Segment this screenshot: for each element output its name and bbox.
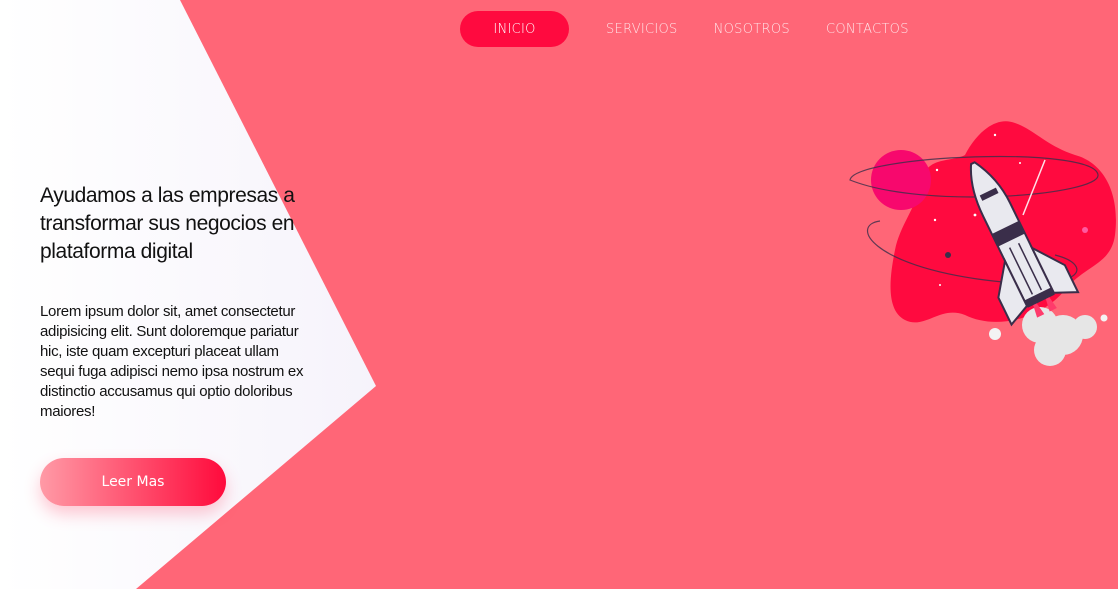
nav-item-nosotros[interactable]: NOSOTROS (714, 11, 790, 47)
nav-item-contactos[interactable]: CONTACTOS (826, 11, 909, 47)
main-nav: INICIO SERVICIOS NOSOTROS CONTACTOS (460, 11, 945, 47)
nav-item-inicio[interactable]: INICIO (460, 11, 569, 47)
hero-description: Lorem ipsum dolor sit, amet consectetur … (40, 303, 304, 420)
rocket-launch-icon (849, 121, 1116, 366)
read-more-button[interactable]: Leer Mas (40, 458, 226, 506)
nav-item-servicios[interactable]: SERVICIOS (606, 11, 678, 47)
landing-page: INICIO SERVICIOS NOSOTROS CONTACTOS Ayud… (0, 0, 1118, 589)
hero-title: Ayudamos a las empresas a transformar su… (40, 184, 295, 263)
